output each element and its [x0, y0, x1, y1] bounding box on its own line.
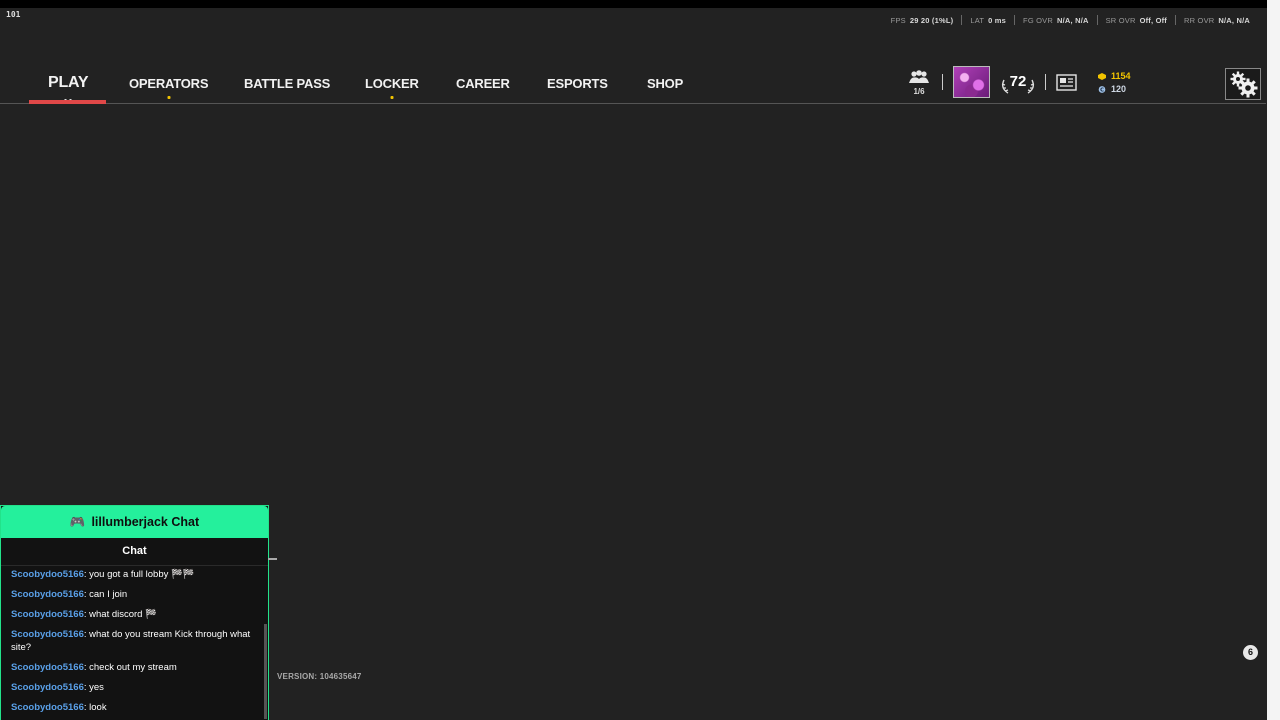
perf-sr-label: SR OVR [1105, 15, 1136, 25]
nav-tab-locker-label: LOCKER [365, 76, 419, 91]
player-level-value: 72 [1009, 73, 1027, 90]
header-divider [1045, 74, 1046, 90]
silver-currency: C 120 [1098, 83, 1131, 96]
perf-latency: LAT 0 ms [962, 16, 1014, 25]
chat-username[interactable]: Scoobydoo5166 [11, 702, 84, 713]
party-button[interactable]: 1/6 [907, 70, 931, 96]
chat-subtitle: Chat [1, 538, 268, 566]
party-icon [909, 70, 929, 83]
gold-coin-icon [1098, 73, 1106, 80]
perf-fg-value: N/A, N/A [1057, 15, 1089, 25]
chat-message: Scoobydoo5166: can I join [11, 588, 258, 601]
perf-sr-ovr: SR OVR Off, Off [1098, 16, 1175, 25]
chat-text: : check out my stream [83, 662, 177, 673]
chat-message: Scoobydoo5166: look [11, 701, 258, 714]
chat-username[interactable]: Scoobydoo5166 [11, 682, 84, 693]
version-label: VERSION: 104635647 [277, 672, 362, 681]
player-avatar[interactable] [953, 66, 990, 98]
top-black-strip [0, 0, 1280, 8]
settings-button[interactable] [1225, 68, 1261, 100]
nav-tab-play-label: PLAY [48, 74, 89, 91]
chat-message: Scoobydoo5166: yes [11, 681, 258, 694]
chat-text: : can I join [83, 589, 128, 600]
fps-overlay-counter: 101 [6, 10, 21, 19]
perf-sr-value: Off, Off [1139, 15, 1168, 25]
nav-tab-career[interactable]: CAREER [456, 76, 510, 91]
perf-rr-ovr: RR OVR N/A, N/A [1176, 16, 1258, 25]
chat-message: Scoobydoo5166: what discord 🏁 [11, 608, 258, 621]
perf-fg-label: FG OVR [1023, 15, 1053, 25]
perf-fps: FPS 29 20 (1%L) [883, 16, 962, 25]
newspaper-icon [1056, 74, 1077, 91]
nav-tab-operators-label: OPERATORS [129, 76, 209, 91]
nav-tab-operators[interactable]: OPERATORS [129, 76, 209, 99]
chat-scrollbar[interactable] [264, 624, 267, 719]
chat-text: : what discord 🏁 [83, 609, 157, 620]
chat-text: : you got a full lobby 🏁🏁 [83, 569, 195, 580]
chat-title: lillumberjack Chat [91, 515, 200, 529]
chat-username[interactable]: Scoobydoo5166 [11, 589, 84, 600]
chat-message-list: Scoobydoo5166: you got a full lobby 🏁🏁 S… [1, 566, 268, 714]
perf-rr-label: RR OVR [1184, 15, 1215, 25]
chat-text: : look [83, 702, 107, 713]
nav-divider [0, 103, 1266, 104]
active-tab-indicator [29, 100, 106, 104]
chat-message: Scoobydoo5166: you got a full lobby 🏁🏁 [11, 568, 258, 581]
credit-coin-icon: C [1098, 86, 1106, 93]
news-button[interactable] [1056, 74, 1077, 96]
nav-tab-battle-pass[interactable]: BATTLE PASS [244, 76, 330, 91]
window-edge [1267, 0, 1280, 720]
gamepad-icon: 🎮 [69, 514, 86, 529]
chat-text: : yes [83, 682, 104, 693]
chat-username[interactable]: Scoobydoo5166 [11, 569, 84, 580]
chat-header: 🎮 lillumberjack Chat [1, 506, 268, 538]
gold-currency: 1154 [1098, 70, 1131, 83]
header-divider [942, 74, 943, 90]
party-count: 1/6 [913, 87, 925, 96]
chat-username[interactable]: Scoobydoo5166 [11, 662, 84, 673]
perf-latency-value: 0 ms [988, 15, 1007, 25]
resize-handle-icon[interactable] [268, 557, 277, 561]
stream-chat-panel: 🎮 lillumberjack Chat Chat Scoobydoo5166:… [0, 505, 269, 720]
perf-fg-ovr: FG OVR N/A, N/A [1015, 16, 1097, 25]
perf-latency-label: LAT [970, 15, 985, 25]
performance-overlay: FPS 29 20 (1%L) LAT 0 ms FG OVR N/A, N/A SR… [883, 15, 1258, 25]
perf-fps-label: FPS [890, 15, 906, 25]
nav-tab-career-label: CAREER [456, 76, 510, 91]
gold-amount: 1154 [1111, 71, 1131, 81]
nav-tab-locker[interactable]: LOCKER [365, 76, 419, 99]
silver-amount: 120 [1111, 84, 1127, 94]
nav-tab-play[interactable]: PLAY [48, 74, 89, 101]
perf-rr-value: N/A, N/A [1218, 15, 1250, 25]
chat-username[interactable]: Scoobydoo5166 [11, 609, 84, 620]
nav-tab-shop[interactable]: SHOP [647, 76, 683, 91]
new-content-dot [390, 96, 394, 99]
perf-fps-value: 29 20 (1%L) [909, 15, 954, 25]
chat-username[interactable]: Scoobydoo5166 [11, 629, 84, 640]
gear-icon [1230, 71, 1258, 98]
nav-tab-battle-pass-label: BATTLE PASS [244, 76, 331, 91]
notification-badge[interactable]: 6 [1243, 645, 1258, 660]
chat-message: Scoobydoo5166: check out my stream [11, 661, 258, 674]
nav-tab-esports[interactable]: ESPORTS [547, 76, 608, 91]
chat-message: Scoobydoo5166: what do you stream Kick t… [11, 628, 258, 654]
new-content-dot [167, 96, 171, 99]
player-level[interactable]: 72 [998, 70, 1038, 96]
nav-tab-esports-label: ESPORTS [547, 76, 608, 91]
nav-tab-shop-label: SHOP [647, 76, 684, 91]
currency-display[interactable]: 1154 C 120 [1098, 70, 1131, 96]
svg-text:C: C [1100, 87, 1104, 93]
